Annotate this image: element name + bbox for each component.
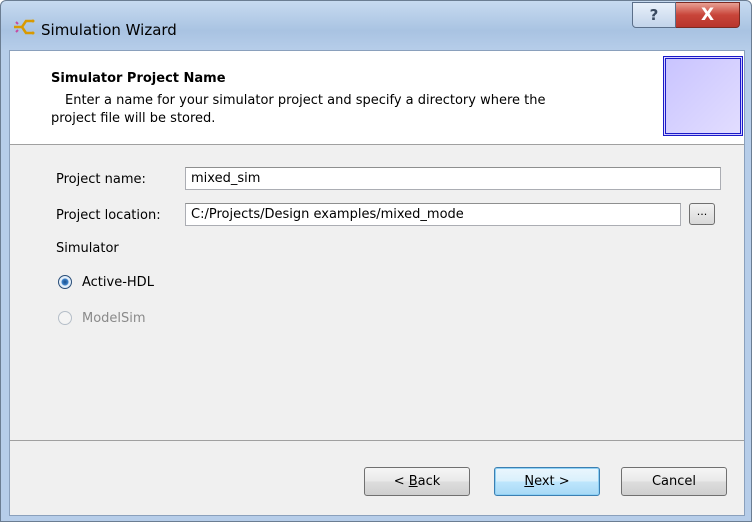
project-name-label: Project name: <box>56 172 146 187</box>
back-label-post: ack <box>417 474 441 489</box>
wizard-client-area: Simulator Project Name Enter a name for … <box>9 50 745 516</box>
page-description-line-2: project file will be stored. <box>51 111 216 126</box>
active-hdl-label[interactable]: Active-HDL <box>82 275 154 290</box>
wizard-header: Simulator Project Name Enter a name for … <box>10 51 744 145</box>
next-label-mnemonic: N <box>524 474 535 489</box>
footer-separator <box>10 440 744 441</box>
page-description-line-1: Enter a name for your simulator project … <box>65 93 546 108</box>
project-name-input[interactable]: mixed_sim <box>185 167 721 190</box>
project-location-label: Project location: <box>56 208 161 223</box>
close-button[interactable]: X <box>676 2 740 28</box>
back-button[interactable]: < Back <box>364 467 470 496</box>
modelsim-label: ModelSim <box>82 311 146 326</box>
page-title: Simulator Project Name <box>51 71 226 86</box>
simulator-group-label: Simulator <box>56 241 119 256</box>
wizard-header-image <box>663 56 743 136</box>
next-button[interactable]: Next > <box>494 467 600 496</box>
fork-app-icon <box>14 19 35 35</box>
simulation-wizard-window: Simulation Wizard ? X Simulator Project … <box>0 0 752 522</box>
active-hdl-radio[interactable] <box>58 275 72 289</box>
page-description: Enter a name for your simulator project … <box>51 92 651 128</box>
next-label-post: ext > <box>534 474 570 489</box>
browse-button[interactable]: ... <box>689 203 715 225</box>
cancel-button[interactable]: Cancel <box>621 467 727 496</box>
title-bar[interactable]: Simulation Wizard ? X <box>1 1 751 50</box>
help-button[interactable]: ? <box>632 2 676 28</box>
back-label-pre: < <box>393 474 409 489</box>
project-location-input[interactable]: C:/Projects/Design examples/mixed_mode <box>185 203 681 226</box>
back-label-mnemonic: B <box>408 474 418 489</box>
window-title: Simulation Wizard <box>41 21 177 39</box>
modelsim-radio <box>58 311 72 325</box>
